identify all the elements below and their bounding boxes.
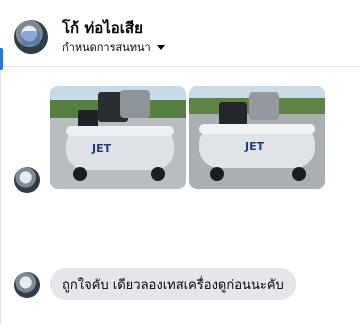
conversation-settings-dropdown[interactable]: กำหนดการสนทนา: [62, 38, 165, 56]
photo-attachment-2[interactable]: JET: [189, 86, 325, 189]
sender-avatar[interactable]: [14, 272, 40, 298]
divider: [0, 70, 1, 324]
message-bubble[interactable]: ถูกใจคับ เดียวลองเทสเครื่องดูก่อนนะคับ: [50, 268, 296, 300]
contact-name[interactable]: โก้ ท่อไอเสีย: [62, 16, 143, 40]
message-text: ถูกใจคับ เดียวลองเทสเครื่องดูก่อนนะคับ: [62, 277, 284, 293]
photo-attachment-1[interactable]: JET: [50, 86, 186, 189]
active-indicator: [0, 48, 3, 70]
conversation-settings-label: กำหนดการสนทนา: [62, 41, 151, 54]
air-compressor-image: JET: [50, 86, 186, 189]
jet-logo-text: JET: [244, 140, 265, 153]
jet-logo-text: JET: [91, 142, 112, 155]
conversation-header: โก้ ท่อไอเสีย กำหนดการสนทนา: [0, 0, 360, 67]
chevron-down-icon: [156, 44, 165, 50]
contact-avatar[interactable]: [14, 20, 48, 54]
air-compressor-image: JET: [189, 86, 325, 189]
sender-avatar[interactable]: [14, 167, 40, 193]
